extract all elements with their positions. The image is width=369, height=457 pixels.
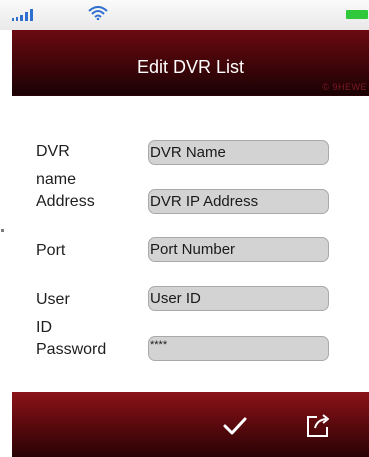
password-field[interactable]: ****	[148, 336, 329, 361]
page-title: Edit DVR List	[136, 57, 245, 77]
confirm-button[interactable]	[220, 414, 250, 438]
signal-strength-icon	[12, 9, 33, 21]
edge-mark	[1, 229, 4, 232]
battery-icon	[346, 10, 368, 19]
address-label: Address	[36, 193, 95, 210]
address-field[interactable]: DVR IP Address	[148, 189, 329, 214]
watermark: © 9HEWE	[322, 82, 367, 92]
checkmark-icon	[223, 417, 247, 435]
header-bar: Edit DVR List © 9HEWE	[12, 30, 369, 96]
share-export-icon	[307, 414, 329, 437]
dvr-name-field[interactable]: DVR Name	[148, 140, 329, 165]
dvr-name-label: DVR name	[36, 143, 77, 188]
user-id-label: User ID	[36, 291, 70, 336]
export-button[interactable]	[304, 409, 334, 439]
wifi-icon	[88, 6, 108, 20]
port-field[interactable]: Port Number	[148, 237, 329, 262]
bottom-toolbar	[12, 392, 369, 457]
port-label: Port	[36, 242, 66, 259]
user-id-field[interactable]: User ID	[148, 286, 329, 311]
password-label: Password	[36, 341, 107, 358]
status-bar	[0, 0, 369, 30]
